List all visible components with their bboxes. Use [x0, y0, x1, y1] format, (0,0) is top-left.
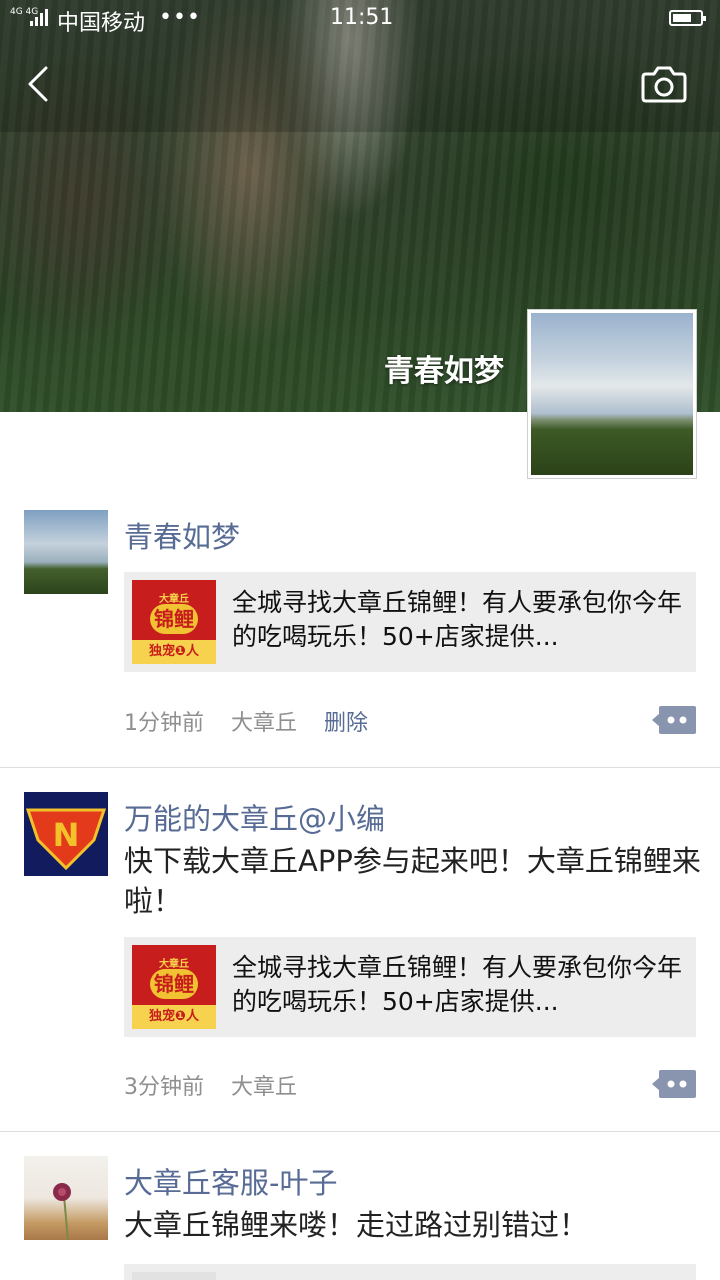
- svg-text:N: N: [53, 816, 80, 854]
- more-status-icon: •••: [159, 5, 201, 30]
- comment-icon[interactable]: [652, 1070, 696, 1098]
- post-location[interactable]: 大章丘: [231, 1075, 297, 1100]
- battery-icon: [669, 10, 706, 26]
- signal-icon: [30, 8, 48, 26]
- link-thumbnail: 大章丘 锦鲤 独宠❶人: [132, 945, 216, 1029]
- avatar[interactable]: [24, 1156, 108, 1240]
- avatar[interactable]: N: [24, 792, 108, 876]
- post-time: 1分钟前: [124, 711, 204, 736]
- profile-name: 青春如梦: [384, 354, 504, 389]
- post-divider: [0, 1131, 720, 1132]
- thumb-footer: 独宠❶人: [132, 640, 216, 664]
- status-bar: 4G 4G 中国移动 ••• 11:51: [0, 0, 720, 38]
- carrier-name: 中国移动: [57, 11, 146, 36]
- clock: 11:51: [330, 5, 394, 30]
- post-text: 大章丘锦鲤来喽！走过路过别错过！: [124, 1208, 589, 1242]
- link-thumbnail: 大章丘 锦鲤 独宠❶人: [132, 580, 216, 664]
- thumb-caption: 大章丘: [159, 594, 189, 605]
- link-card[interactable]: 大章丘 锦鲤 独宠❶人 全城寻找大章丘锦鲤！有人要承包你今年的吃喝玩乐！50+店…: [124, 572, 696, 672]
- post-text: 快下载大章丘APP参与起来吧！大章丘锦鲤来啦！: [124, 844, 701, 918]
- chevron-left-icon[interactable]: [22, 64, 62, 104]
- avatar-image: [531, 313, 693, 475]
- link-title: 全城寻找大章丘锦鲤！有人要承包你今年的吃喝玩乐！50+店家提供...: [232, 588, 683, 651]
- post-author[interactable]: 青春如梦: [124, 514, 240, 556]
- superhero-logo-icon: N: [25, 808, 107, 871]
- post-location[interactable]: 大章丘: [231, 711, 297, 736]
- post-author[interactable]: 万能的大章丘@小编: [124, 796, 385, 838]
- post-author[interactable]: 大章丘客服-叶子: [124, 1160, 337, 1202]
- link-card[interactable]: 大章丘 锦鲤 独宠❶人 全城寻找大章丘锦鲤！有人要承包你今年的吃喝玩乐！50+店…: [124, 937, 696, 1037]
- camera-icon[interactable]: [640, 64, 688, 104]
- post-meta: 3分钟前 大章丘: [124, 1069, 317, 1101]
- delete-button[interactable]: 删除: [324, 711, 368, 736]
- post-divider: [0, 767, 720, 768]
- thumb-title: 锦鲤: [150, 604, 198, 634]
- link-card[interactable]: [124, 1264, 696, 1280]
- avatar[interactable]: [24, 510, 108, 594]
- profile-avatar[interactable]: [527, 309, 697, 479]
- thumb-title: 锦鲤: [150, 969, 198, 999]
- thumb-caption: 大章丘: [159, 959, 189, 970]
- post-meta: 1分钟前 大章丘 删除: [124, 705, 388, 737]
- comment-icon[interactable]: [652, 706, 696, 734]
- post-time: 3分钟前: [124, 1075, 204, 1100]
- thumb-footer: 独宠❶人: [132, 1005, 216, 1029]
- link-title: 全城寻找大章丘锦鲤！有人要承包你今年的吃喝玩乐！50+店家提供...: [232, 953, 683, 1016]
- flower-image-icon: [53, 1183, 71, 1240]
